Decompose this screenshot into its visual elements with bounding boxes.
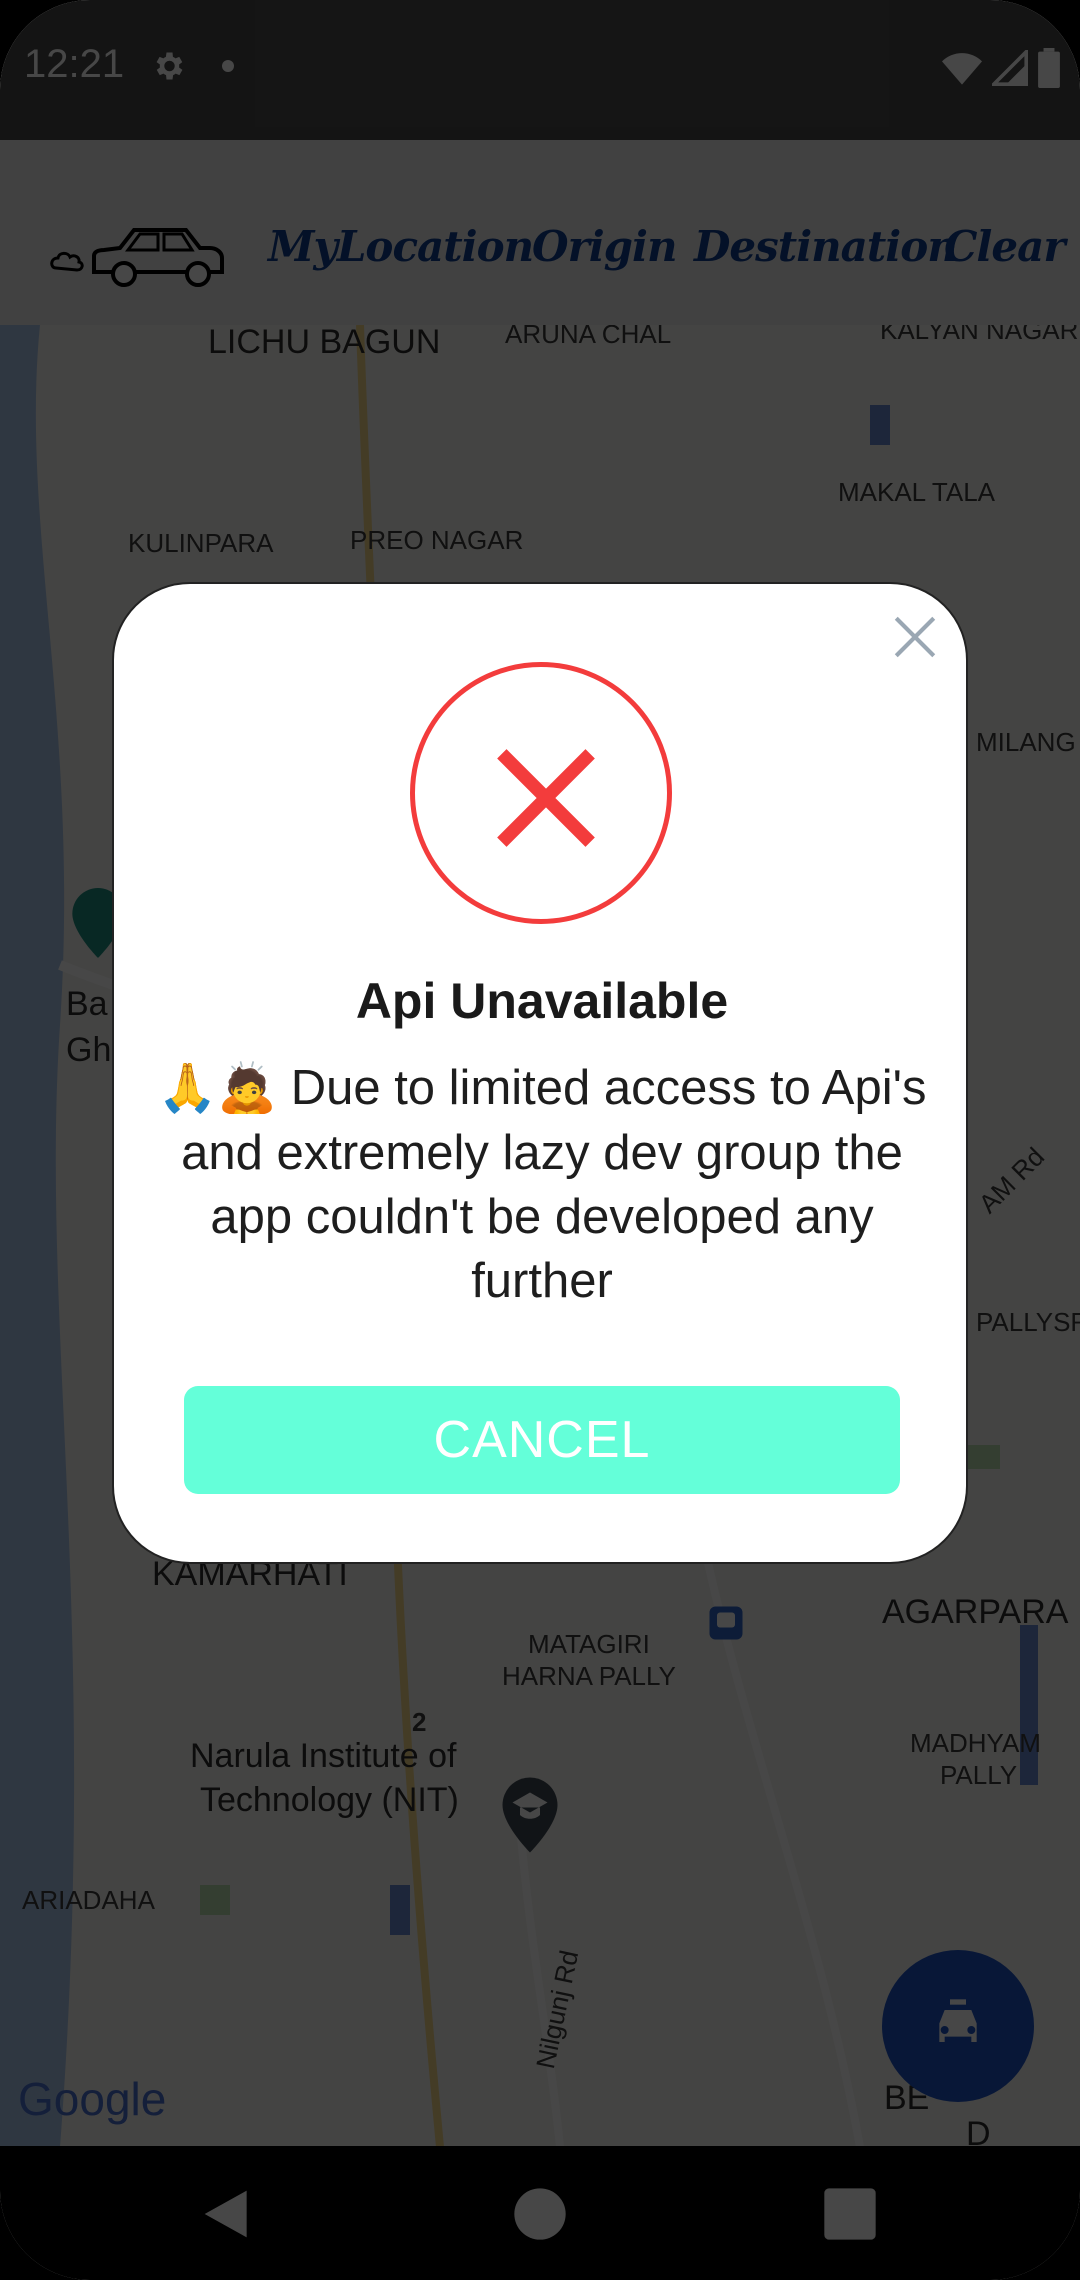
map-label: D — [966, 2115, 991, 2147]
map-label: MATAGIRI — [528, 1629, 650, 1659]
mylocation-link[interactable]: MyLocation — [268, 222, 534, 271]
map-label: LICHU BAGUN — [208, 325, 441, 361]
wifi-icon — [942, 53, 982, 85]
gear-icon — [156, 52, 183, 80]
map-label: PALLYSR — [976, 1307, 1080, 1337]
dialog-title: Api Unavailable — [355, 973, 729, 1029]
error-dialog: Api Unavailable 🙏🙇 Due to limited access… — [112, 582, 968, 1564]
error-x-icon — [497, 749, 595, 847]
map-label: Gh — [66, 1031, 112, 1069]
system-nav-bar — [0, 2146, 1080, 2280]
notification-dot-icon — [222, 60, 234, 72]
car-icon — [50, 228, 224, 287]
status-icons — [942, 48, 1060, 88]
dialog-message-text: Due to limited access to Api's and extre… — [181, 1061, 927, 1308]
university-pin-icon[interactable] — [500, 1777, 560, 1853]
map-label: ARUNA CHAL — [505, 325, 672, 349]
car-fab-button[interactable] — [882, 1950, 1034, 2102]
device-screen: 12:21 MyLocation Origin Destination Clea… — [0, 0, 1080, 2280]
map-label: KULINPARA — [128, 528, 274, 558]
dialog-message: 🙏🙇 Due to limited access to Api's and ex… — [154, 1056, 930, 1313]
map-label: MADHYAM — [910, 1728, 1041, 1758]
map-label: MILANG — [976, 727, 1076, 757]
highway-shield-label: 2 — [412, 1707, 427, 1737]
destination-link[interactable]: Destination — [694, 222, 958, 271]
recents-icon[interactable] — [822, 2186, 878, 2242]
map-label: HARNA PALLY — [502, 1661, 676, 1691]
car-side-icon — [939, 1999, 977, 2042]
error-circle — [410, 662, 672, 924]
map-label: MAKAL TALA — [838, 477, 996, 507]
map-label: Technology (NIT) — [200, 1781, 459, 1819]
origin-link[interactable]: Origin — [532, 222, 678, 271]
map-label: PREO NAGAR — [350, 525, 524, 555]
signal-icon — [992, 50, 1028, 86]
close-icon[interactable] — [890, 612, 940, 662]
status-bar: 12:21 — [0, 0, 1080, 140]
train-station-icon[interactable] — [708, 1605, 744, 1641]
status-time: 12:21 — [24, 42, 125, 86]
app-bar: MyLocation Origin Destination Clear — [0, 140, 1080, 327]
map-label: Narula Institute of — [190, 1737, 457, 1775]
battery-icon — [1038, 48, 1060, 88]
map-label: Ba — [66, 985, 108, 1023]
home-icon[interactable] — [512, 2186, 568, 2242]
cancel-button[interactable]: CANCEL — [184, 1386, 900, 1494]
google-logo: Google — [18, 2073, 167, 2125]
map-label: PALLY — [940, 1760, 1018, 1790]
map-label: ARIADAHA — [22, 1885, 155, 1915]
map-label: AGARPARA — [882, 1593, 1069, 1631]
pray-bow-emoji: 🙏🙇 — [157, 1062, 278, 1115]
map-label: KALYAN NAGAR — [880, 325, 1079, 345]
back-icon[interactable] — [200, 2186, 256, 2242]
clear-link[interactable]: Clear — [944, 222, 1065, 271]
